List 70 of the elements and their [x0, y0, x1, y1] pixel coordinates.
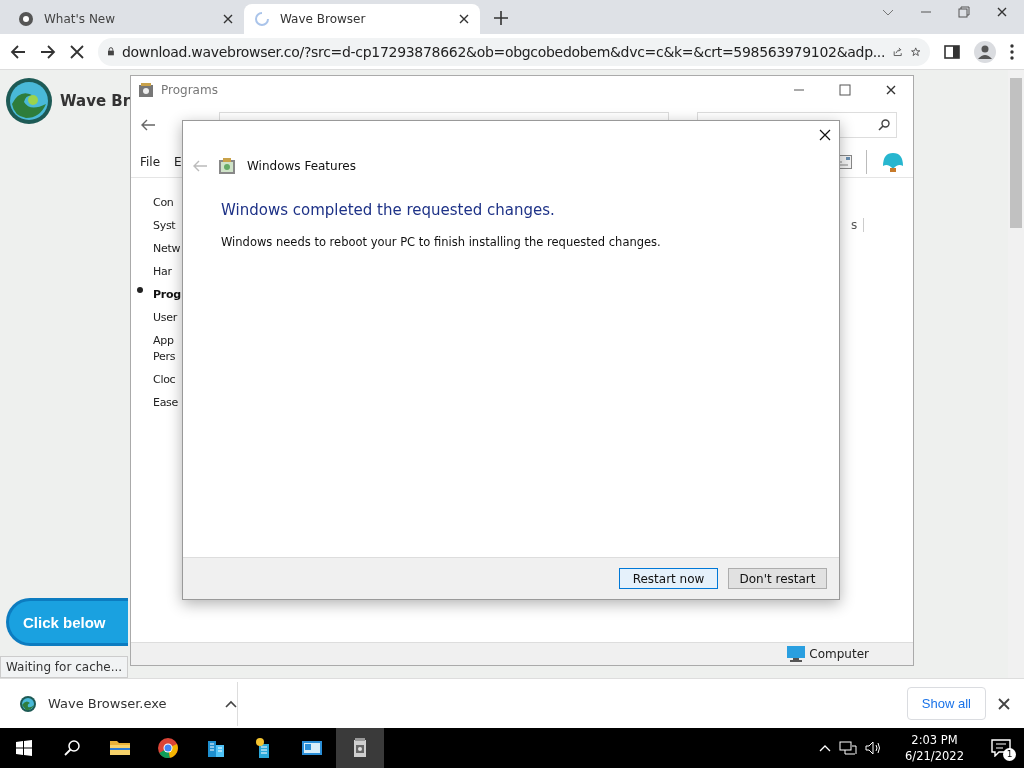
- lock-icon: [108, 45, 114, 58]
- restart-button[interactable]: Restart now: [619, 568, 718, 589]
- chrome-icon: [157, 737, 179, 759]
- close-icon[interactable]: [998, 697, 1010, 710]
- back-arrow-icon: [193, 160, 207, 172]
- taskbar-app[interactable]: [336, 728, 384, 768]
- file-name: Wave Browser.exe: [48, 696, 168, 711]
- nav-link[interactable]: Har: [137, 264, 183, 280]
- caret-up-icon[interactable]: [225, 699, 237, 708]
- cancel-button[interactable]: Don't restart: [728, 568, 827, 589]
- show-all-button[interactable]: Show all: [906, 687, 986, 720]
- menu-item[interactable]: E: [174, 154, 182, 169]
- notification-count: 1: [1003, 748, 1016, 761]
- search-icon: [878, 119, 890, 131]
- nav-link[interactable]: User: [137, 310, 183, 326]
- clock[interactable]: 2:03 PM 6/21/2022: [891, 732, 978, 764]
- maximize-icon[interactable]: [839, 84, 851, 96]
- nav-link[interactable]: Ease: [137, 395, 183, 411]
- notification-button[interactable]: 1: [986, 733, 1016, 763]
- browser-tab[interactable]: Wave Browser: [244, 4, 480, 34]
- nav-link[interactable]: Cloc: [137, 372, 183, 388]
- address-bar[interactable]: download.wavebrowser.co/?src=d-cp17293878662&ob=obgcobedobem&dvc=c&k=&crt=598563979102&adp...: [98, 37, 930, 66]
- side-panel-icon[interactable]: [944, 43, 960, 60]
- features-icon: [219, 158, 235, 174]
- browser-tab[interactable]: What's New: [8, 4, 244, 34]
- nav-link[interactable]: Con: [137, 195, 183, 211]
- close-icon[interactable]: [996, 6, 1008, 18]
- close-icon[interactable]: [819, 129, 831, 141]
- back-arrow-icon[interactable]: [10, 43, 26, 60]
- loading-spinner-icon: [254, 11, 270, 27]
- wave-logo-icon: [6, 78, 52, 124]
- network-icon[interactable]: [839, 740, 858, 756]
- forward-arrow-icon[interactable]: [40, 43, 56, 60]
- download-item[interactable]: Wave Browser.exe: [20, 681, 238, 726]
- stop-icon[interactable]: [70, 44, 84, 59]
- dialog-title: Windows Features: [247, 159, 356, 173]
- search-icon: [64, 740, 80, 756]
- status-text: Waiting for cache...: [0, 656, 129, 678]
- window-app-icon: [139, 83, 153, 97]
- bullet-icon: [137, 287, 143, 293]
- brand-name: Wave Br: [60, 92, 131, 110]
- browser-logo-icon: [18, 11, 34, 27]
- message-icon: [991, 739, 1011, 757]
- new-tab-icon[interactable]: [494, 11, 508, 25]
- dialog-heading: Windows completed the requested changes.: [221, 201, 556, 219]
- close-icon[interactable]: [458, 13, 470, 25]
- nav-link[interactable]: Netw: [137, 241, 183, 257]
- menu-item[interactable]: File: [140, 154, 161, 169]
- nav-link[interactable]: App Pers: [137, 333, 183, 365]
- windows-logo-icon: [16, 740, 32, 756]
- chevron-up-icon[interactable]: [819, 744, 832, 752]
- profile-avatar-icon[interactable]: [974, 40, 996, 63]
- window-title: Programs: [161, 83, 218, 97]
- dialog-message: Windows needs to reboot your PC to finish installing the requested changes.: [221, 235, 662, 249]
- status-location: Computer: [809, 647, 869, 661]
- clock-time: 2:03 PM: [911, 732, 958, 748]
- nav-link[interactable]: Prog: [137, 287, 183, 303]
- wave-logo-icon: [20, 695, 36, 712]
- computer-icon: [787, 646, 806, 662]
- nav-link[interactable]: Syst: [137, 218, 183, 234]
- back-arrow-icon[interactable]: [141, 119, 155, 131]
- clock-date: 6/21/2022: [905, 748, 964, 764]
- tab-title: What's New: [44, 12, 117, 26]
- close-icon[interactable]: [885, 84, 897, 96]
- menu-icon[interactable]: [1010, 43, 1014, 60]
- url-text: download.wavebrowser.co/?src=d-cp17293878662&ob=obgcobedobem&dvc=c&k=&crt=598563979102&adp...: [121, 43, 886, 60]
- tab-title: Wave Browser: [280, 12, 367, 26]
- restore-icon[interactable]: [958, 6, 970, 18]
- link-text[interactable]: s: [851, 218, 865, 232]
- close-icon[interactable]: [222, 13, 234, 25]
